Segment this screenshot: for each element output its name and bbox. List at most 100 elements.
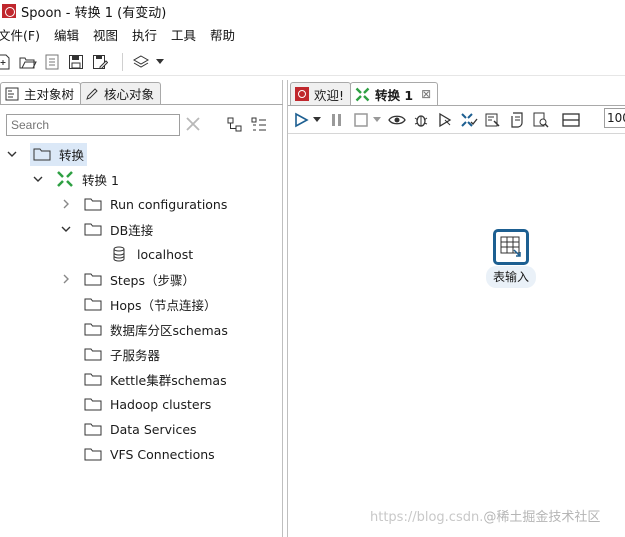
repository-icon	[45, 54, 59, 69]
transformation-toolbar	[292, 107, 586, 133]
pencil-icon	[86, 87, 98, 100]
spoon-logo-icon	[2, 4, 16, 18]
tree-item-db-connections[interactable]: DB连接	[60, 218, 153, 240]
close-tab-icon[interactable]: ⊠	[421, 87, 431, 101]
tab-main-tree[interactable]: 主对象树	[0, 82, 82, 104]
tab-main-tree-label: 主对象树	[24, 87, 75, 102]
step-table-input-label: 表输入	[486, 266, 536, 288]
play-icon	[295, 112, 309, 128]
folder-icon	[84, 273, 102, 286]
tab-underline	[288, 105, 625, 106]
results-panel-icon	[562, 113, 580, 127]
close-icon	[186, 117, 200, 131]
explore-db-button[interactable]	[532, 111, 550, 129]
perspective-button[interactable]	[131, 52, 151, 72]
main-toolbar	[0, 48, 625, 76]
spoon-icon	[295, 87, 309, 101]
menu-run[interactable]: 执行	[132, 25, 157, 44]
tree-item-partition-schemas[interactable]: 数据库分区schemas	[84, 318, 228, 340]
tab-underline	[0, 104, 283, 105]
toolbar-separator	[122, 52, 123, 71]
chevron-down-icon	[7, 151, 17, 157]
database-icon	[113, 246, 125, 262]
expand-all-button[interactable]	[226, 116, 244, 134]
save-button[interactable]	[66, 52, 86, 72]
run-options-dropdown[interactable]	[312, 111, 322, 129]
menu-edit[interactable]: 编辑	[54, 25, 79, 44]
new-file-button[interactable]	[0, 52, 14, 72]
transformation-icon	[57, 171, 73, 187]
stop-button[interactable]	[352, 111, 370, 129]
tree-item-vfs-connections[interactable]: VFS Connections	[84, 443, 215, 465]
tree-icon	[5, 87, 19, 100]
tree-root-node[interactable]: 转换	[30, 142, 88, 166]
watermark: https://blog.csdn.@稀土掘金技术社区	[370, 506, 600, 525]
chevron-right-icon	[63, 199, 69, 209]
zoom-input[interactable]: 100%	[604, 108, 625, 128]
tree-item-label: Steps（步骤）	[110, 272, 195, 288]
tree-item-steps[interactable]: Steps（步骤）	[60, 268, 195, 290]
debug-button[interactable]	[412, 111, 430, 129]
tree-transformation[interactable]: 转换 1	[32, 168, 119, 190]
folder-icon	[84, 298, 102, 311]
folder-icon	[84, 448, 102, 461]
impact-button[interactable]	[484, 111, 502, 129]
tree-item-data-services[interactable]: Data Services	[84, 418, 197, 440]
tree-tools	[226, 116, 274, 134]
explore-repository-button[interactable]	[42, 52, 62, 72]
tree-item-label: 子服务器	[110, 347, 161, 363]
editor-tabs: 欢迎! 转换 1 ⊠	[290, 82, 439, 105]
eye-icon	[388, 115, 406, 125]
verify-button[interactable]	[460, 111, 478, 129]
stop-options-dropdown[interactable]	[372, 111, 382, 129]
tree-item-run-configurations[interactable]: Run configurations	[60, 193, 227, 215]
search-input[interactable]	[6, 114, 180, 136]
tree-item-hops[interactable]: Hops（节点连接）	[84, 293, 217, 315]
menu-file[interactable]: 文件(F)	[0, 25, 40, 44]
collapse-all-button[interactable]	[250, 116, 268, 134]
replay-button[interactable]	[436, 111, 454, 129]
left-panel: 主对象树 核心对象 转换 转换 1	[0, 80, 283, 537]
menu-tools[interactable]: 工具	[171, 25, 196, 44]
caret-down-icon	[313, 117, 321, 122]
tab-core-objects[interactable]: 核心对象	[80, 82, 162, 104]
stop-icon	[354, 113, 368, 127]
caret-down-icon	[156, 58, 164, 64]
watermark-brand: @稀土掘金技术社区	[483, 510, 601, 525]
sql-button[interactable]	[508, 111, 526, 129]
tree-item-hadoop-clusters[interactable]: Hadoop clusters	[84, 393, 211, 415]
tree-item-label: Hadoop clusters	[110, 396, 212, 412]
tree-root[interactable]: 转换	[6, 142, 88, 166]
play-outline-icon	[439, 112, 452, 128]
sql-script-icon	[511, 112, 523, 128]
expand-all-icon	[227, 117, 242, 132]
save-icon	[69, 54, 83, 69]
step-table-input[interactable]	[493, 229, 529, 265]
tab-transformation-label: 转换 1	[375, 87, 414, 103]
perspective-dropdown[interactable]	[155, 52, 165, 72]
menu-view[interactable]: 视图	[93, 25, 118, 44]
clear-search-button[interactable]	[184, 115, 202, 133]
watermark-url: https://blog.csdn.	[370, 510, 484, 525]
tab-welcome[interactable]: 欢迎!	[290, 82, 352, 105]
tree-item-localhost[interactable]: localhost	[112, 243, 193, 265]
tab-transformation-1[interactable]: 转换 1 ⊠	[350, 82, 439, 105]
tree-item-cluster-schemas[interactable]: Kettle集群schemas	[84, 368, 227, 390]
layers-icon	[132, 54, 150, 68]
preview-button[interactable]	[388, 111, 406, 129]
pause-button[interactable]	[328, 111, 346, 129]
open-file-button[interactable]	[18, 52, 38, 72]
caret-down-icon	[373, 117, 381, 122]
show-results-button[interactable]	[562, 111, 580, 129]
tree-item-label: DB连接	[110, 222, 154, 238]
run-button[interactable]	[292, 111, 310, 129]
chevron-down-icon	[33, 176, 43, 182]
folder-icon	[33, 148, 51, 161]
menu-help[interactable]: 帮助	[210, 25, 235, 44]
table-input-icon	[500, 236, 521, 257]
tree-item-slave-servers[interactable]: 子服务器	[84, 343, 160, 365]
pause-icon	[332, 114, 341, 126]
chevron-right-icon	[63, 274, 69, 284]
folder-icon	[84, 423, 102, 436]
save-as-button[interactable]	[90, 52, 110, 72]
